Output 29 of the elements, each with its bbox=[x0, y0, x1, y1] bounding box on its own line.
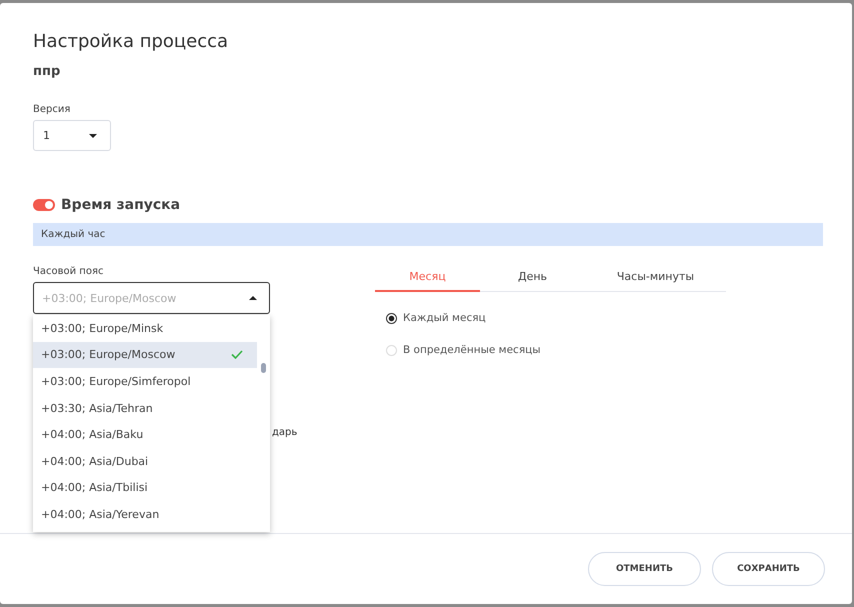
caret-icon bbox=[249, 296, 257, 300]
radio-button[interactable] bbox=[386, 312, 397, 324]
dialog-title: Настройка процесса bbox=[33, 31, 230, 52]
process-name: ппр bbox=[33, 64, 62, 79]
schedule-summary: Каждый час bbox=[33, 223, 823, 246]
caret-icon bbox=[89, 134, 97, 138]
timezone-option[interactable]: +03:30; Asia/Tehran bbox=[33, 394, 257, 422]
scrollbar-thumb[interactable] bbox=[261, 363, 266, 373]
timezone-option[interactable]: +04:00; Asia/Tbilisi bbox=[33, 474, 257, 502]
tab[interactable]: День bbox=[480, 264, 585, 291]
version-select[interactable]: 1 bbox=[33, 120, 111, 151]
timezone-option[interactable]: +03:00; Europe/Moscow bbox=[33, 342, 257, 368]
timezone-label: Часовой пояс bbox=[33, 266, 104, 277]
covered-label: дарь bbox=[271, 427, 298, 438]
tab[interactable]: Часы-минуты bbox=[585, 264, 726, 291]
radio-label: В определённые месяцы bbox=[403, 344, 541, 356]
check-icon bbox=[231, 350, 243, 360]
timezone-option[interactable]: +03:00; Europe/Simferopol bbox=[33, 368, 257, 395]
timezone-option[interactable]: +03:00; Europe/Minsk bbox=[33, 315, 257, 342]
radio-label: Каждый месяц bbox=[403, 312, 486, 324]
save-button[interactable]: СОХРАНИТЬ bbox=[712, 552, 825, 586]
timezone-option[interactable]: +04:00; Asia/Baku bbox=[33, 421, 257, 448]
timezone-option[interactable]: +04:00; Asia/Yerevan bbox=[33, 501, 257, 528]
timezone-select[interactable]: +03:00; Europe/Moscow bbox=[33, 282, 270, 314]
launch-time-label: Время запуска bbox=[61, 197, 180, 213]
cancel-button[interactable]: ОТМЕНИТЬ bbox=[588, 552, 701, 586]
timezone-option[interactable]: +04:00; Asia/Dubai bbox=[33, 448, 257, 475]
launch-toggle[interactable] bbox=[33, 199, 55, 211]
version-label: Версия bbox=[33, 104, 72, 115]
